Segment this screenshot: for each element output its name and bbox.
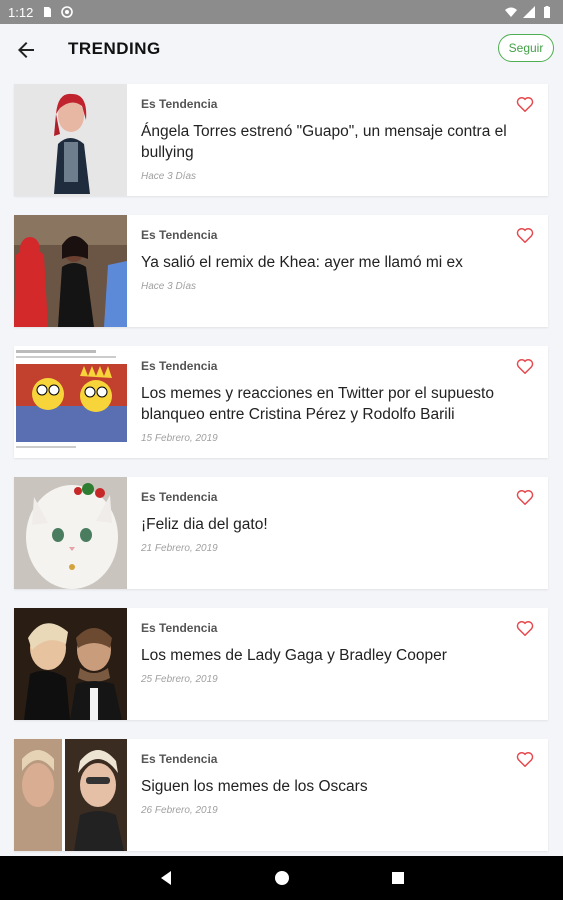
- article-card[interactable]: Es Tendencia Los memes de Lady Gaga y Br…: [14, 608, 548, 720]
- article-thumbnail: [14, 608, 127, 720]
- back-arrow-icon[interactable]: [14, 38, 38, 62]
- article-thumbnail: [14, 477, 127, 589]
- recents-square-icon[interactable]: [389, 869, 407, 887]
- heart-icon[interactable]: [516, 96, 534, 112]
- article-card[interactable]: Es Tendencia Ángela Torres estrenó "Guap…: [14, 84, 548, 196]
- article-card[interactable]: Es Tendencia Ya salió el remix de Khea: …: [14, 215, 548, 327]
- article-card[interactable]: Es Tendencia Siguen los memes de los Osc…: [14, 739, 548, 851]
- article-tag: Es Tendencia: [141, 490, 218, 504]
- article-date: 21 Febrero, 2019: [141, 543, 218, 554]
- app-bar: TRENDING Seguir: [0, 24, 563, 76]
- article-title[interactable]: ¡Feliz dia del gato!: [141, 514, 534, 535]
- heart-icon[interactable]: [516, 620, 534, 636]
- page-title: TRENDING: [68, 39, 161, 58]
- follow-button[interactable]: Seguir: [498, 34, 554, 62]
- article-title[interactable]: Ángela Torres estrenó "Guapo", un mensaj…: [141, 121, 534, 163]
- article-tag: Es Tendencia: [141, 621, 218, 635]
- wifi-icon: [505, 7, 517, 17]
- heart-icon[interactable]: [516, 358, 534, 374]
- article-thumbnail: [14, 84, 127, 196]
- article-date: 15 Febrero, 2019: [141, 433, 218, 444]
- article-tag: Es Tendencia: [141, 228, 218, 242]
- article-title[interactable]: Los memes y reacciones en Twitter por el…: [141, 383, 534, 425]
- back-triangle-icon[interactable]: [157, 869, 175, 887]
- sync-icon: [61, 6, 74, 18]
- article-date: Hace 3 Días: [141, 281, 197, 292]
- home-circle-icon[interactable]: [273, 869, 291, 887]
- article-thumbnail: [14, 215, 127, 327]
- article-date: 26 Febrero, 2019: [141, 805, 218, 816]
- article-title[interactable]: Los memes de Lady Gaga y Bradley Cooper: [141, 645, 534, 666]
- signal-icon: [523, 6, 535, 18]
- sd-card-icon: [44, 7, 52, 17]
- system-nav-bar: [0, 856, 563, 900]
- status-time: 1:12: [8, 4, 34, 20]
- article-title[interactable]: Siguen los memes de los Oscars: [141, 776, 534, 797]
- article-date: 25 Febrero, 2019: [141, 674, 218, 685]
- battery-icon: [544, 6, 550, 18]
- heart-icon[interactable]: [516, 751, 534, 767]
- article-card[interactable]: Es Tendencia ¡Feliz dia del gato! 21 Feb…: [14, 477, 548, 589]
- article-card[interactable]: Es Tendencia Los memes y reacciones en T…: [14, 346, 548, 458]
- article-list: Es Tendencia Ángela Torres estrenó "Guap…: [14, 84, 548, 870]
- article-date: Hace 3 Días: [141, 171, 197, 182]
- status-bar: 1:12: [0, 0, 563, 24]
- article-title[interactable]: Ya salió el remix de Khea: ayer me llamó…: [141, 252, 534, 273]
- article-tag: Es Tendencia: [141, 752, 218, 766]
- article-tag: Es Tendencia: [141, 97, 218, 111]
- heart-icon[interactable]: [516, 227, 534, 243]
- article-tag: Es Tendencia: [141, 359, 218, 373]
- heart-icon[interactable]: [516, 489, 534, 505]
- article-thumbnail: [14, 739, 127, 851]
- article-thumbnail: [14, 346, 127, 458]
